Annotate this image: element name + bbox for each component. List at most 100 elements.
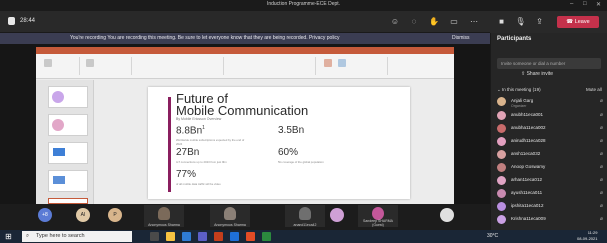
taskbar-search-input[interactable]: ⌕ Type here to search	[22, 231, 132, 242]
chevron-down-icon: ⌄	[497, 87, 501, 92]
ribbon-group-clipboard	[40, 57, 80, 75]
mic-off-icon: ⌀	[599, 177, 603, 183]
paste-icon[interactable]	[44, 59, 52, 67]
meeting-timer: 28:44	[20, 18, 36, 24]
video-tile[interactable]: Anonymous Sharma	[210, 205, 250, 227]
shared-screen: Future of Mobile Communication By Mobile…	[0, 44, 490, 226]
phone-icon: ☎	[566, 19, 574, 25]
recording-message: You're recording You are recording this …	[70, 35, 340, 41]
teams-icon[interactable]	[198, 232, 207, 241]
mic-off-icon: ⌀	[599, 138, 603, 144]
task-view-icon[interactable]	[150, 232, 159, 241]
participant-row[interactable]: ipshita11eca012 ⌀	[497, 202, 605, 213]
in-meeting-header[interactable]: ⌄ In this meeting (19)	[497, 87, 541, 93]
avatar	[497, 176, 506, 185]
participants-panel: Participants Invite someone or dial a nu…	[490, 33, 607, 230]
avatar[interactable]	[440, 208, 454, 222]
mic-off-icon: ⌀	[599, 112, 603, 118]
avatar	[497, 137, 506, 146]
participant-row[interactable]: ayush11eca011 ⌀	[497, 189, 605, 200]
mic-off-icon: ⌀	[599, 98, 603, 104]
stat-description: 5G coverage of the global population	[278, 160, 324, 164]
windows-taskbar: ⊞ ⌕ Type here to search 30°C 11:29 08-09…	[0, 230, 607, 243]
avatar	[497, 124, 506, 133]
rooms-icon[interactable]: ▭	[448, 16, 460, 28]
video-tile[interactable]: Sandeep SHARMA (Guest)	[358, 205, 398, 227]
people-icon[interactable]: ☺	[389, 16, 401, 28]
stat-value: 77%	[176, 169, 197, 180]
microphone-icon[interactable]: 🎙	[515, 16, 526, 27]
avatar[interactable]: AI	[76, 208, 90, 222]
participant-row[interactable]: anubh11eca001 ⌀	[497, 111, 605, 122]
reactions-icon[interactable]: ✋	[428, 16, 440, 28]
participant-row[interactable]: anubha11eca002 ⌀	[497, 124, 605, 135]
avatar	[497, 150, 506, 159]
shield-icon	[8, 17, 15, 25]
dismiss-button[interactable]: Dismiss	[452, 35, 470, 41]
panel-title: Participants	[497, 36, 532, 42]
video-tile[interactable]: anand11eca42	[285, 205, 325, 227]
new-slide-icon[interactable]	[86, 59, 94, 67]
avatar	[497, 215, 506, 224]
slide-source: By Mobile Ericsson Overview	[176, 117, 222, 121]
camera-icon[interactable]: ■	[496, 16, 507, 27]
share-icon: ⇪	[521, 71, 526, 77]
recording-banner: You're recording You are recording this …	[0, 33, 490, 44]
taskbar-clock[interactable]: 11:29 08-09-2021	[577, 230, 597, 242]
windows-start-icon[interactable]: ⊞	[5, 232, 14, 241]
arrange-icon[interactable]	[338, 59, 346, 67]
word-icon[interactable]	[230, 232, 239, 241]
close-icon[interactable]: ✕	[596, 1, 601, 8]
excel-icon[interactable]	[262, 232, 271, 241]
participant-strip: +8 AI P Anonymous Sharma Anonymous Sharm…	[0, 204, 490, 230]
ribbon-group-slides	[82, 57, 132, 75]
participant-row[interactable]: Anjali Garg Organizer ⌀	[497, 97, 605, 108]
stat-description: of all mobile data traffic will be video	[176, 182, 221, 186]
avatar[interactable]: P	[108, 208, 122, 222]
avatar[interactable]	[330, 208, 344, 222]
slide-thumbnail[interactable]	[48, 142, 88, 164]
leave-button[interactable]: ☎ Leave	[557, 16, 599, 28]
shapes-icon[interactable]	[324, 59, 332, 67]
powerpoint-icon[interactable]	[214, 232, 223, 241]
mic-off-icon: ⌀	[599, 190, 603, 196]
participant-row[interactable]: arhan11eca012 ⌀	[497, 176, 605, 187]
stat-value: 60%	[278, 147, 299, 158]
weather-widget[interactable]: 30°C	[487, 233, 498, 239]
more-options-icon[interactable]: ⋯	[468, 16, 480, 28]
ribbon-group-paragraph	[226, 57, 316, 75]
stat-value: 27Bn	[176, 147, 200, 158]
ribbon-group-font	[134, 57, 224, 75]
stat-description: Worldwide mobile subscriptions expected …	[176, 138, 245, 146]
chrome-icon[interactable]	[246, 232, 255, 241]
participant-row[interactable]: Krishna11eca009 ⌀	[497, 215, 605, 226]
file-explorer-icon[interactable]	[166, 232, 175, 241]
powerpoint-window: Future of Mobile Communication By Mobile…	[36, 47, 454, 204]
avatar	[497, 163, 506, 172]
current-slide: Future of Mobile Communication By Mobile…	[148, 87, 410, 199]
slide-thumbnail[interactable]	[48, 114, 88, 136]
participant-row[interactable]: anirudh11eca028 ⌀	[497, 137, 605, 148]
mic-off-icon: ⌀	[599, 125, 603, 131]
window-title-bar: Induction Programme-ECE Dept. – □ ✕	[0, 0, 607, 11]
mic-off-icon: ⌀	[599, 164, 603, 170]
share-screen-icon[interactable]: ⇪	[534, 16, 545, 27]
slide-accent-bar	[168, 97, 171, 192]
avatar	[497, 111, 506, 120]
edge-icon[interactable]	[182, 232, 191, 241]
stat-description: IoT connections up to 2023 from just 9bn	[176, 160, 227, 164]
mute-all-button[interactable]: Mute all	[586, 87, 602, 92]
participant-row[interactable]: ansh11eca032 ⌀	[497, 150, 605, 161]
ribbon-group-editing	[390, 57, 450, 75]
share-invite-button[interactable]: ⇪ Share invite	[521, 71, 553, 77]
invite-input[interactable]: Invite someone or dial a number	[497, 58, 601, 69]
participant-row[interactable]: Anoop Goswamy ⌀	[497, 163, 605, 174]
slide-thumbnail[interactable]	[48, 170, 88, 192]
video-tile[interactable]: Anonymous Sharma	[144, 205, 184, 227]
maximize-icon[interactable]: □	[583, 1, 587, 7]
overflow-avatar[interactable]: +8	[38, 208, 52, 222]
slide-thumbnail[interactable]	[48, 86, 88, 108]
minimize-icon[interactable]: –	[570, 1, 573, 7]
slide-thumbnails	[36, 80, 94, 204]
chat-icon[interactable]: ◌	[408, 16, 420, 28]
